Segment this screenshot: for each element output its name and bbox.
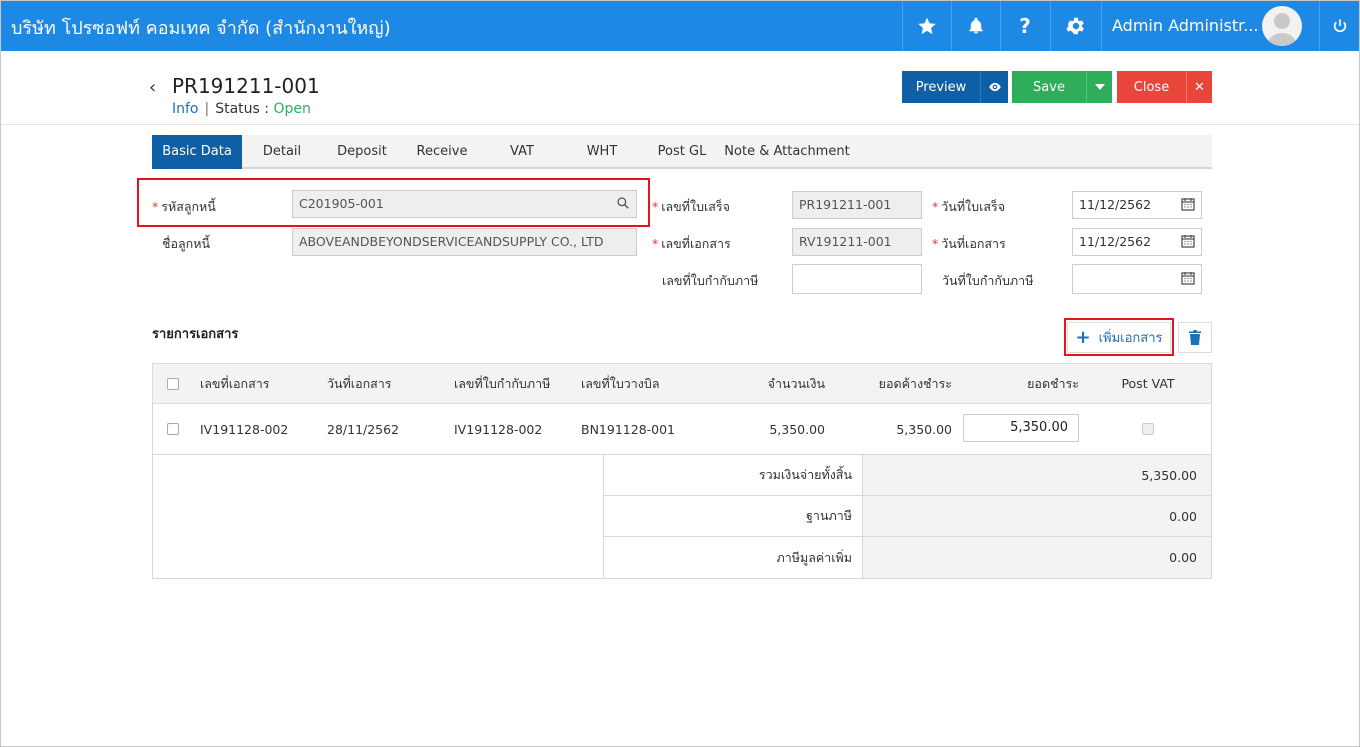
tax-invoice-no-input[interactable]	[792, 264, 922, 294]
tab-detail[interactable]: Detail	[242, 135, 322, 169]
info-link[interactable]: Info	[172, 101, 199, 117]
user-name: Admin Administr...	[1112, 16, 1259, 35]
summary-tax-base-label: ฐานภาษี	[604, 496, 863, 536]
summary-area: รวมเงินจ่ายทั้งสิ้น 5,350.00 ฐานภาษี 0.0…	[153, 455, 1211, 578]
status-colon: :	[264, 101, 270, 117]
summary-total-value: 5,350.00	[863, 455, 1211, 495]
eye-icon	[988, 82, 1001, 92]
add-document-label: เพิ่มเอกสาร	[1098, 331, 1163, 346]
document-no-input: RV191211-001	[792, 228, 922, 256]
tab-receive[interactable]: Receive	[402, 135, 482, 169]
row-checkbox[interactable]	[167, 404, 179, 454]
tax-invoice-date-label: วันที่ใบกำกับภาษี	[942, 273, 1034, 288]
col-post-vat: Post VAT	[1121, 376, 1175, 391]
debtor-name-label: ชื่อลูกหนี้	[162, 236, 211, 251]
row-doc-date: 28/11/2562	[327, 421, 400, 437]
calendar-icon[interactable]	[1181, 197, 1195, 211]
doc-subtitle: Info | Status : Open	[172, 101, 311, 117]
close-x-button[interactable]: ✕	[1186, 71, 1212, 103]
top-bar: บริษัท โปรซอฟท์ คอมเทค จำกัด (สำนักงานให…	[1, 1, 1359, 51]
caret-down-icon	[1094, 84, 1105, 90]
receipt-date-input[interactable]: 11/12/2562	[1072, 191, 1202, 219]
row-billing-no: BN191128-001	[581, 421, 676, 437]
tax-invoice-date-input[interactable]	[1072, 264, 1202, 294]
preview-eye-button[interactable]	[980, 71, 1008, 103]
documents-title: รายการเอกสาร	[152, 327, 239, 342]
debtor-name-input: ABOVEANDBEYONDSERVICEANDSUPPLY CO., LTD	[292, 228, 637, 256]
document-no-label: * เลขที่เอกสาร	[652, 236, 731, 251]
tab-deposit[interactable]: Deposit	[322, 135, 402, 169]
tab-note-attachment[interactable]: Note & Attachment	[722, 135, 852, 169]
tax-invoice-no-label: เลขที่ใบกำกับภาษี	[662, 273, 759, 288]
settings-button[interactable]	[1050, 1, 1101, 51]
favorite-button[interactable]	[902, 1, 951, 51]
summary-tax-base-row: ฐานภาษี 0.00	[604, 496, 1211, 537]
header-divider	[1, 124, 1359, 125]
preview-button[interactable]: Preview	[902, 71, 980, 103]
save-button[interactable]: Save	[1012, 71, 1086, 103]
debtor-code-input[interactable]: C201905-001	[292, 190, 637, 218]
avatar	[1262, 6, 1302, 46]
receipt-no-input: PR191211-001	[792, 191, 922, 219]
tab-bar: Basic Data Detail Deposit Receive VAT WH…	[152, 135, 1212, 169]
select-all-checkbox[interactable]	[167, 364, 179, 403]
close-icon: ✕	[1194, 79, 1205, 95]
summary-total-label: รวมเงินจ่ายทั้งสิ้น	[604, 455, 863, 495]
post-vat-checkbox	[1093, 404, 1203, 454]
col-billing-no: เลขที่ใบวางบิล	[581, 375, 660, 391]
status-badge: Open	[273, 101, 311, 117]
col-outstanding: ยอดค้างชำระ	[878, 375, 952, 391]
calendar-icon[interactable]	[1181, 234, 1195, 248]
gear-icon	[1066, 17, 1084, 35]
document-date-input[interactable]: 11/12/2562	[1072, 228, 1202, 256]
summary-vat-row: ภาษีมูลค่าเพิ่ม 0.00	[604, 537, 1211, 578]
power-icon	[1333, 19, 1346, 33]
receipt-no-label: * เลขที่ใบเสร็จ	[652, 199, 730, 214]
save-dropdown-button[interactable]	[1086, 71, 1112, 103]
status-label: Status	[215, 101, 260, 117]
documents-table: เลขที่เอกสาร วันที่เอกสาร เลขที่ใบกำกับภ…	[152, 363, 1212, 579]
row-amount: 5,350.00	[769, 421, 825, 437]
row-outstanding: 5,350.00	[896, 421, 952, 437]
tab-post-gl[interactable]: Post GL	[642, 135, 722, 169]
add-document-button[interactable]: + เพิ่มเอกสาร	[1067, 322, 1171, 353]
document-date-label: * วันที่เอกสาร	[932, 236, 1006, 251]
plus-icon: +	[1075, 326, 1091, 348]
summary-vat-label: ภาษีมูลค่าเพิ่ม	[604, 537, 863, 578]
debtor-code-label: * รหัสลูกหนี้	[152, 199, 216, 214]
summary-tax-base-value: 0.00	[863, 496, 1211, 536]
tab-wht[interactable]: WHT	[562, 135, 642, 169]
help-icon: ?	[1019, 14, 1031, 38]
col-payment: ยอดชำระ	[1027, 375, 1079, 391]
search-icon[interactable]	[616, 196, 630, 210]
delete-document-button[interactable]	[1178, 322, 1212, 353]
col-amount: จำนวนเงิน	[767, 375, 825, 391]
page-title: PR191211-001	[172, 74, 320, 98]
summary-vat-value: 0.00	[863, 537, 1211, 578]
help-button[interactable]: ?	[1000, 1, 1049, 51]
col-doc-no: เลขที่เอกสาร	[200, 375, 270, 391]
logout-button[interactable]	[1319, 1, 1359, 51]
payment-input[interactable]: 5,350.00	[963, 414, 1079, 442]
bell-icon	[969, 17, 983, 34]
tab-basic-data[interactable]: Basic Data	[152, 135, 242, 169]
user-menu[interactable]: Admin Administr...	[1101, 1, 1319, 51]
col-tax-invoice-no: เลขที่ใบกำกับภาษี	[454, 375, 551, 391]
row-doc-no: IV191128-002	[200, 421, 289, 437]
calendar-icon[interactable]	[1181, 271, 1195, 285]
receipt-date-label: * วันที่ใบเสร็จ	[932, 199, 1006, 214]
notification-button[interactable]	[951, 1, 1000, 51]
tab-vat[interactable]: VAT	[482, 135, 562, 169]
star-icon	[918, 17, 936, 35]
table-header: เลขที่เอกสาร วันที่เอกสาร เลขที่ใบกำกับภ…	[153, 364, 1211, 404]
table-row: IV191128-002 28/11/2562 IV191128-002 BN1…	[153, 404, 1211, 455]
col-doc-date: วันที่เอกสาร	[327, 375, 392, 391]
trash-icon	[1189, 330, 1201, 345]
company-name: บริษัท โปรซอฟท์ คอมเทค จำกัด (สำนักงานให…	[11, 18, 391, 39]
row-tax-invoice-no: IV191128-002	[454, 421, 543, 437]
summary-total-row: รวมเงินจ่ายทั้งสิ้น 5,350.00	[604, 455, 1211, 496]
close-button[interactable]: Close	[1117, 71, 1186, 103]
back-icon[interactable]: ‹	[149, 77, 156, 98]
